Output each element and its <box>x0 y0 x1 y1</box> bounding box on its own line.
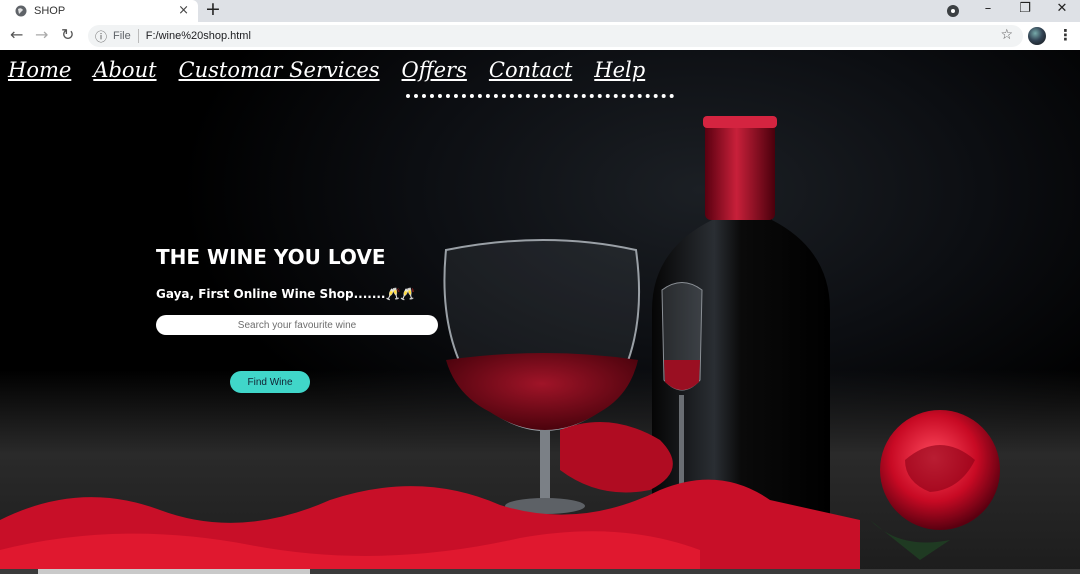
media-control-icon[interactable] <box>946 4 960 18</box>
nav-link-help[interactable]: Help <box>594 58 645 82</box>
minimize-button[interactable]: – <box>970 0 1006 22</box>
reload-icon[interactable]: ↻ <box>61 26 74 44</box>
browser-tab[interactable]: SHOP × <box>0 0 198 22</box>
hero-background: Home About Customar Services Offers Cont… <box>0 50 1080 574</box>
scrollbar-thumb[interactable] <box>38 569 310 574</box>
new-tab-button[interactable]: + <box>205 0 221 20</box>
browser-menu-icon[interactable]: ⋮ <box>1058 26 1073 44</box>
address-bar[interactable]: ⓘ File F:/wine%20shop.html ☆ <box>88 25 1023 47</box>
divider <box>137 29 139 43</box>
close-window-button[interactable]: ✕ <box>1044 0 1080 22</box>
info-icon[interactable]: ⓘ <box>95 28 107 45</box>
nav-link-contact[interactable]: Contact <box>489 58 572 82</box>
tab-close-icon[interactable]: × <box>178 3 189 19</box>
dotted-divider <box>406 94 674 98</box>
horizontal-scrollbar[interactable] <box>0 569 1080 574</box>
nav-link-offers[interactable]: Offers <box>402 58 467 82</box>
back-arrow-icon[interactable]: ← <box>10 26 23 44</box>
browser-tab-strip: SHOP × + – ❐ ✕ <box>0 0 1080 22</box>
hero-title: THE WINE YOU LOVE <box>156 245 386 269</box>
url-text[interactable]: F:/wine%20shop.html <box>146 30 251 42</box>
find-wine-button[interactable]: Find Wine <box>230 371 310 393</box>
browser-toolbar: ← → ↻ ⓘ File F:/wine%20shop.html ☆ ⋮ <box>0 22 1080 50</box>
profile-avatar-icon[interactable] <box>1028 27 1046 45</box>
nav-link-home[interactable]: Home <box>8 58 71 82</box>
hero-subtitle: Gaya, First Online Wine Shop.......🥂🥂 <box>156 287 416 301</box>
wine-scene-illustration <box>0 116 1000 574</box>
scheme-label: File <box>113 30 131 42</box>
main-nav: Home About Customar Services Offers Cont… <box>8 58 667 82</box>
wine-search-input[interactable] <box>156 315 438 335</box>
restore-button[interactable]: ❐ <box>1007 0 1043 22</box>
globe-icon <box>15 5 27 17</box>
nav-link-customer-services[interactable]: Customar Services <box>179 58 380 82</box>
forward-arrow-icon[interactable]: → <box>35 26 48 44</box>
bookmark-star-icon[interactable]: ☆ <box>1000 27 1013 43</box>
nav-link-about[interactable]: About <box>93 58 156 82</box>
tab-title: SHOP <box>34 5 66 17</box>
